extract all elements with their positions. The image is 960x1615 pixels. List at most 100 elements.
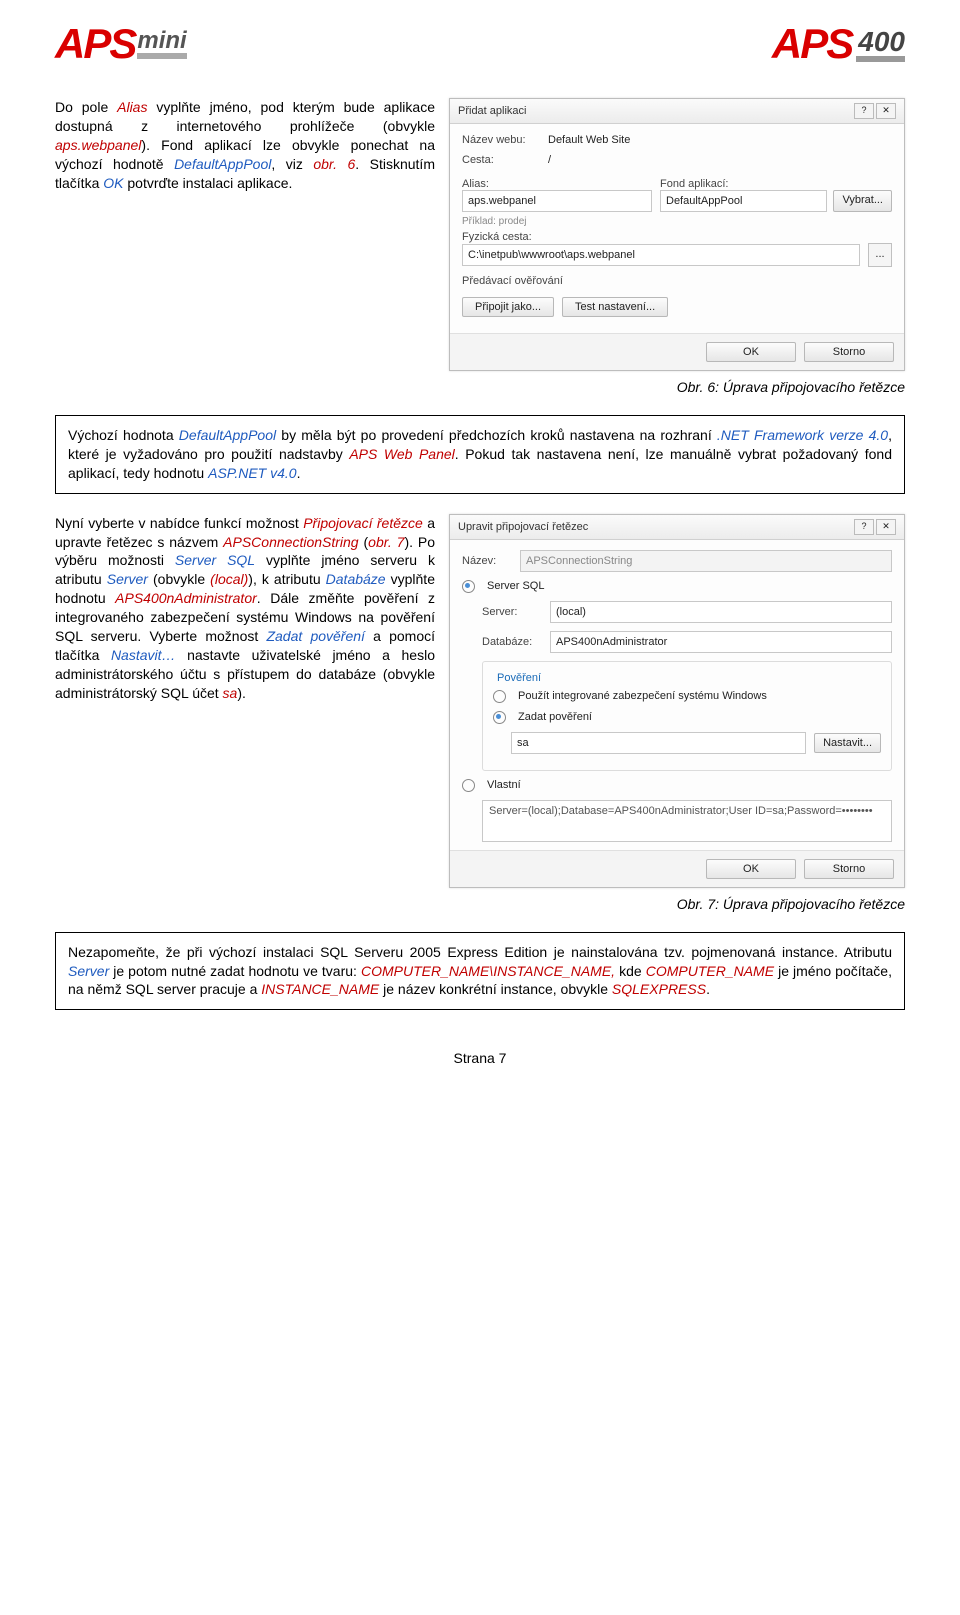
logo-aps-mini: APS mini: [55, 20, 187, 68]
test-settings-button[interactable]: Test nastavení...: [562, 297, 668, 317]
label-example: Příklad: prodej: [462, 216, 892, 227]
em-local: (local): [210, 571, 248, 587]
label-database: Databáze:: [482, 636, 542, 648]
text: je potom nutné zadat hodnotu ve tvaru:: [109, 963, 361, 979]
em-set-cred: Zadat pověření: [266, 628, 364, 644]
em-aps-web-panel: APS Web Panel: [349, 446, 454, 462]
app-pool-input[interactable]: DefaultAppPool: [660, 190, 827, 212]
close-icon[interactable]: ✕: [876, 519, 896, 535]
em-database: Databáze: [326, 571, 386, 587]
select-button[interactable]: Vybrat...: [833, 190, 892, 212]
label-path: Cesta:: [462, 154, 540, 166]
label-server: Server:: [482, 606, 542, 618]
em-defaultapppool: DefaultAppPool: [174, 156, 271, 172]
em-instance-name: INSTANCE_NAME: [261, 981, 379, 997]
radio-set-cred[interactable]: [493, 711, 506, 724]
em-sa: sa: [223, 685, 238, 701]
em-server-sql: Server SQL: [175, 552, 255, 568]
paragraph-add-app: Do pole Alias vyplňte jméno, pod kterým …: [55, 98, 435, 192]
text: Do pole: [55, 99, 117, 115]
label-physical-path: Fyzická cesta:: [462, 231, 892, 243]
connect-as-button[interactable]: Připojit jako...: [462, 297, 554, 317]
value-path: /: [548, 154, 551, 166]
logo-brand-text: APS: [55, 20, 135, 68]
em-set-button: Nastavit…: [111, 647, 176, 663]
em-aspnet: ASP.NET v4.0: [208, 465, 296, 481]
name-input: APSConnectionString: [520, 550, 892, 572]
radio-custom[interactable]: [462, 779, 475, 792]
radio-win-auth[interactable]: [493, 690, 506, 703]
label-name: Název:: [462, 555, 512, 567]
em-server: Server: [68, 963, 109, 979]
server-input[interactable]: (local): [550, 601, 892, 623]
help-icon[interactable]: ?: [854, 519, 874, 535]
set-button[interactable]: Nastavit...: [814, 733, 881, 753]
radio-server-sql[interactable]: [462, 580, 475, 593]
dialog-title: Upravit připojovací řetězec: [458, 521, 588, 533]
text: kde: [615, 963, 646, 979]
figure-caption-7: Obr. 7: Úprava připojovacího řetězce: [55, 896, 905, 912]
database-input[interactable]: APS400nAdministrator: [550, 631, 892, 653]
text: potvrďte instalaci aplikace.: [123, 175, 292, 191]
em-format: COMPUTER_NAME\INSTANCE_NAME,: [361, 963, 615, 979]
ok-button[interactable]: OK: [706, 859, 796, 879]
logo-aps-400: APS 400: [772, 20, 905, 68]
value-web-name: Default Web Site: [548, 134, 630, 146]
em-aps400nadmin: APS400nAdministrator: [115, 590, 257, 606]
em-ok: OK: [103, 175, 123, 191]
figure-caption-6: Obr. 6: Úprava připojovacího řetězce: [55, 379, 905, 395]
text: , viz: [271, 156, 313, 172]
paragraph-connstring: Nyní vyberte v nabídce funkcí možnost Př…: [55, 514, 435, 703]
dialog-titlebar: Upravit připojovací řetězec ? ✕: [450, 515, 904, 540]
page: APS mini APS 400 Do pole Alias vyplňte j…: [0, 0, 960, 1096]
logo-underline: [856, 56, 905, 62]
note-sqlexpress: Nezapomeňte, že při výchozí instalaci SQ…: [55, 932, 905, 1011]
em-defaultapppool: DefaultAppPool: [179, 427, 276, 443]
section-connection-string: Nyní vyberte v nabídce funkcí možnost Př…: [55, 514, 905, 888]
section-add-application: Do pole Alias vyplňte jméno, pod kterým …: [55, 98, 905, 371]
physical-path-input[interactable]: C:\inetpub\wwwroot\aps.webpanel: [462, 244, 860, 266]
note-defaultapppool: Výchozí hodnota DefaultAppPool by měla b…: [55, 415, 905, 494]
label-app-pool: Fond aplikací:: [660, 178, 892, 190]
label-web-name: Název webu:: [462, 134, 540, 146]
text: ), k atributu: [248, 571, 325, 587]
text: ).: [237, 685, 246, 701]
text: (: [359, 534, 369, 550]
em-alias: Alias: [117, 99, 147, 115]
logo-suffix-text: mini: [137, 29, 186, 59]
em-conn-strings: Připojovací řetězce: [303, 515, 423, 531]
option-server-sql: Server SQL: [487, 580, 544, 592]
help-icon[interactable]: ?: [854, 103, 874, 119]
dialog-edit-connection-string: Upravit připojovací řetězec ? ✕ Název: A…: [449, 514, 905, 888]
dialog-title: Přidat aplikaci: [458, 105, 526, 117]
username-input[interactable]: sa: [511, 732, 806, 754]
em-apsconnectionstring: APSConnectionString: [223, 534, 358, 550]
option-win-auth: Použít integrované zabezpečení systému W…: [518, 690, 767, 702]
cancel-button[interactable]: Storno: [804, 859, 894, 879]
em-figref: obr. 7: [368, 534, 404, 550]
text: Nyní vyberte v nabídce funkcí možnost: [55, 515, 303, 531]
ok-button[interactable]: OK: [706, 342, 796, 362]
logo-suffix-text: 400: [858, 26, 905, 58]
page-number: Strana 7: [55, 1050, 905, 1066]
text: (obvykle: [148, 571, 210, 587]
close-icon[interactable]: ✕: [876, 103, 896, 119]
text: Výchozí hodnota: [68, 427, 179, 443]
group-credentials: Pověření Použít integrované zabezpečení …: [482, 661, 892, 771]
text: by měla být po provedení předchozích kro…: [276, 427, 717, 443]
cancel-button[interactable]: Storno: [804, 342, 894, 362]
label-alias: Alias:: [462, 178, 652, 190]
alias-input[interactable]: aps.webpanel: [462, 190, 652, 212]
label-pass-auth: Předávací ověřování: [462, 275, 892, 287]
option-custom: Vlastní: [487, 779, 521, 791]
em-figref: obr. 6: [313, 156, 355, 172]
text: Nezapomeňte, že při výchozí instalaci SQ…: [68, 944, 892, 960]
option-set-cred: Zadat pověření: [518, 711, 592, 723]
em-sqlexpress: SQLEXPRESS: [612, 981, 706, 997]
dialog-add-application: Přidat aplikaci ? ✕ Název webu: Default …: [449, 98, 905, 371]
group-title: Pověření: [493, 672, 545, 684]
text: je název konkrétní instance, obvykle: [379, 981, 612, 997]
connection-string-input[interactable]: Server=(local);Database=APS400nAdministr…: [482, 800, 892, 842]
browse-button[interactable]: ...: [868, 243, 892, 267]
logo-brand-text: APS: [772, 20, 852, 68]
